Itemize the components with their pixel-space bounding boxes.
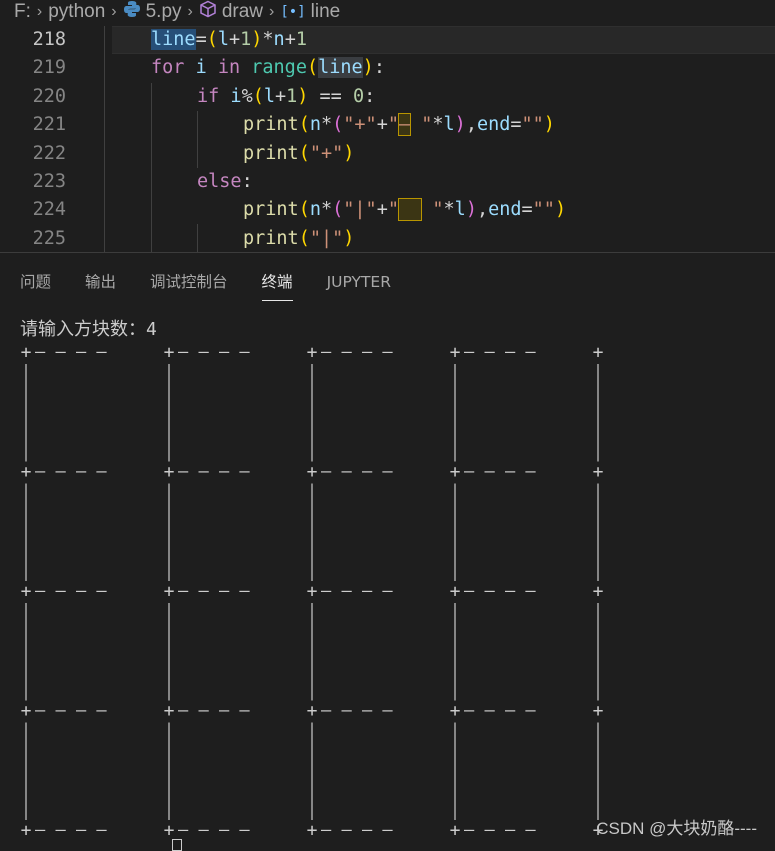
grid-horizontal-segment: — — — —	[464, 581, 536, 601]
breadcrumb-drive[interactable]: F:	[14, 1, 31, 23]
indent-guide	[197, 224, 198, 252]
line-number: 223	[32, 171, 66, 192]
grid-corner: +	[164, 462, 175, 483]
grid-corner: +	[593, 342, 604, 363]
grid-corner: +	[593, 462, 604, 483]
code-line: if i%(l+1) == 0:	[197, 85, 376, 107]
code-line: print("+")	[243, 142, 355, 164]
grid-corner: +	[307, 342, 318, 363]
grid-horizontal-segment: — — — —	[464, 462, 536, 482]
grid-corner: +	[450, 462, 461, 483]
grid-horizontal-segment: — — — —	[321, 701, 393, 721]
grid-corner: +	[21, 342, 32, 363]
grid-corner: +	[450, 342, 461, 363]
grid-horizontal-segment: — — — —	[178, 342, 250, 362]
grid-corner: +	[164, 701, 175, 722]
grid-horizontal-segment: — — — —	[178, 701, 250, 721]
grid-corner: +	[164, 342, 175, 363]
bottom-panel: 问题 输出 调试控制台 终端 JUPYTER 请输入方块数：4 + — — — —…	[0, 252, 775, 848]
grid-corner: +	[21, 701, 32, 722]
grid-horizontal-segment: — — — —	[321, 342, 393, 362]
grid-corner: +	[450, 701, 461, 722]
watermark: CSDN @大块奶酪----	[596, 819, 757, 838]
line-number: 220	[32, 85, 66, 107]
grid-horizontal-segment: — — — —	[178, 820, 250, 840]
line-number: 221	[32, 114, 66, 136]
line-number: 222	[32, 142, 66, 164]
breadcrumb-file[interactable]: 5.py	[146, 1, 182, 23]
grid-horizontal-segment: — — — —	[464, 701, 536, 721]
grid-corner: +	[164, 581, 175, 602]
grid-horizontal-segment: — — — —	[35, 820, 107, 840]
grid-corner: +	[21, 462, 32, 483]
grid-horizontal-segment: — — — —	[464, 820, 536, 840]
grid-corner: +	[307, 820, 318, 841]
code-line: else:	[197, 171, 253, 192]
grid-corner: +	[307, 701, 318, 722]
grid-corner: +	[450, 581, 461, 602]
code-line: print(n*("|"+" "*l),end="")	[243, 198, 567, 222]
code-line: print("|")	[243, 227, 355, 249]
grid-corner: +	[450, 820, 461, 841]
grid-horizontal-segment: — — — —	[321, 581, 393, 601]
indent-guide	[151, 83, 152, 252]
line-number: 219	[32, 57, 66, 79]
line-number: 224	[32, 199, 66, 221]
code-line: line=(l+1)*n+1	[151, 29, 307, 50]
python-file-icon	[123, 0, 141, 24]
terminal-cursor	[172, 839, 182, 851]
chevron-right-icon: ›	[269, 3, 275, 20]
indent-guide	[104, 26, 105, 252]
terminal-grid-output: + — — — — + — — — — + — — — — + — — — — ++ — — — …	[21, 342, 604, 841]
code-line: print(n*("+"+"— "*l),end="")	[243, 113, 555, 137]
line-number: 218	[32, 29, 66, 50]
grid-horizontal-segment: — — — —	[35, 581, 107, 601]
grid-corner: +	[593, 581, 604, 602]
grid-horizontal-segment: — — — —	[35, 462, 107, 482]
grid-horizontal-segment: — — — —	[464, 342, 536, 362]
code-editor[interactable]: 218 219 220 221 222 223 224 225 line=(l+…	[0, 26, 775, 252]
breadcrumb-variable[interactable]: line	[311, 1, 341, 23]
chevron-right-icon: ›	[187, 3, 193, 20]
grid-corner: +	[593, 701, 604, 722]
grid-corner: +	[164, 820, 175, 841]
grid-horizontal-segment: — — — —	[321, 820, 393, 840]
grid-corner: +	[307, 462, 318, 483]
grid-horizontal-segment: — — — —	[35, 342, 107, 362]
breadcrumb: F: › python › 5.py › draw › [•] line	[0, 0, 775, 24]
grid-corner: +	[21, 820, 32, 841]
chevron-right-icon: ›	[111, 3, 117, 20]
grid-horizontal-segment: — — — —	[178, 581, 250, 601]
variable-icon: [•]	[280, 4, 306, 20]
code-line: for i in range(line):	[151, 57, 385, 79]
grid-corner: +	[21, 581, 32, 602]
grid-corner: +	[307, 581, 318, 602]
chevron-right-icon: ›	[36, 3, 43, 20]
grid-horizontal-segment: — — — —	[35, 701, 107, 721]
cube-method-icon	[199, 0, 217, 24]
breadcrumb-symbol[interactable]: draw	[222, 1, 263, 23]
indent-guide	[197, 111, 198, 168]
breadcrumb-folder[interactable]: python	[48, 1, 105, 23]
grid-horizontal-segment: — — — —	[321, 462, 393, 482]
line-number: 225	[32, 227, 66, 249]
grid-horizontal-segment: — — — —	[178, 462, 250, 482]
